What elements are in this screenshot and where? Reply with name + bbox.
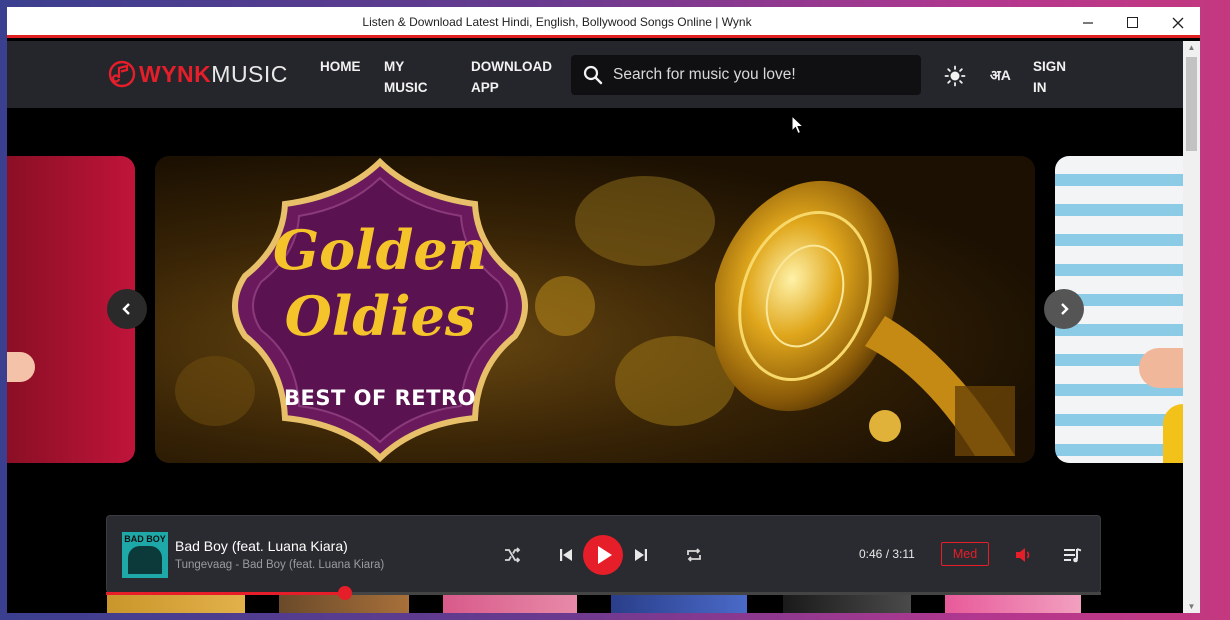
- chevron-right-icon: [1061, 303, 1069, 315]
- play-button[interactable]: [583, 535, 623, 575]
- slide-image-hand: [1139, 348, 1183, 388]
- queue-icon[interactable]: [1062, 545, 1082, 565]
- scroll-up-arrow-icon[interactable]: ▲: [1183, 43, 1200, 52]
- album-thumbnail[interactable]: [783, 593, 911, 613]
- next-track-icon[interactable]: [632, 546, 650, 564]
- play-icon: [598, 546, 612, 564]
- logo-suffix-text: MUSIC: [211, 60, 288, 87]
- maximize-icon: [1126, 17, 1138, 28]
- banner-title-line1: Golden: [272, 218, 488, 282]
- site-header: WYNK MUSIC HOME MY MUSIC DOWNLOAD APP अA…: [7, 41, 1183, 108]
- close-icon: [1172, 17, 1184, 28]
- album-thumbnail[interactable]: [945, 593, 1081, 613]
- song-subtitle: Tungevaag - Bad Boy (feat. Luana Kiara): [175, 559, 385, 571]
- carousel-next-button[interactable]: [1044, 289, 1084, 329]
- title-bar: Listen & Download Latest Hindi, English,…: [7, 7, 1200, 38]
- album-thumbnail-strip: [107, 593, 1087, 613]
- maximize-button[interactable]: [1109, 7, 1155, 38]
- quality-button[interactable]: Med: [941, 542, 989, 566]
- banner-title-line2: Oldies: [284, 284, 476, 348]
- sun-icon[interactable]: [944, 65, 966, 87]
- shuffle-icon[interactable]: [503, 546, 521, 564]
- nav-my-music[interactable]: MY MUSIC: [384, 56, 444, 98]
- album-art[interactable]: BAD BOY: [122, 532, 168, 578]
- previous-track-icon[interactable]: [557, 546, 575, 564]
- album-art-text: BAD BOY: [124, 534, 166, 544]
- chevron-left-icon: [122, 303, 130, 315]
- language-icon[interactable]: अA: [990, 66, 1011, 85]
- banner-carousel: Golden Oldies BEST OF RETRO: [7, 108, 1183, 508]
- progress-handle[interactable]: [337, 586, 352, 600]
- album-thumbnail[interactable]: [443, 593, 577, 613]
- window-title: Listen & Download Latest Hindi, English,…: [362, 15, 752, 29]
- minimize-button[interactable]: [1065, 7, 1111, 38]
- playback-progress-bar[interactable]: [106, 586, 1101, 600]
- search-icon: [583, 65, 603, 85]
- slide-image-hand: [7, 352, 35, 382]
- logo-brand-text: WYNK: [139, 60, 212, 87]
- carousel-slide-golden-oldies[interactable]: Golden Oldies BEST OF RETRO: [155, 156, 1035, 463]
- gramophone-image: [715, 180, 1015, 456]
- carousel-prev-button[interactable]: [107, 289, 147, 329]
- scrollbar-thumb[interactable]: [1186, 57, 1197, 151]
- search-input[interactable]: [613, 66, 913, 84]
- album-thumbnail[interactable]: [611, 593, 747, 613]
- scroll-down-arrow-icon[interactable]: ▼: [1183, 602, 1200, 611]
- nav-download-app[interactable]: DOWNLOAD APP: [471, 56, 561, 98]
- playback-time: 0:46 / 3:11: [859, 547, 915, 561]
- mouse-cursor-icon: [791, 115, 805, 135]
- close-button[interactable]: [1155, 7, 1200, 38]
- minimize-icon: [1083, 21, 1093, 24]
- search-box[interactable]: [571, 55, 921, 95]
- wynk-logo[interactable]: WYNK MUSIC: [107, 59, 288, 89]
- sign-in-button[interactable]: SIGN IN: [1033, 56, 1073, 98]
- volume-icon[interactable]: [1013, 545, 1033, 565]
- repeat-icon[interactable]: [685, 546, 703, 564]
- music-player-bar: BAD BOY Bad Boy (feat. Luana Kiara) Tung…: [106, 515, 1101, 593]
- slide-image-shape: [1163, 404, 1183, 463]
- browser-window: Listen & Download Latest Hindi, English,…: [7, 7, 1200, 613]
- album-thumbnail[interactable]: [107, 593, 245, 613]
- bokeh-shape: [575, 176, 715, 266]
- song-title[interactable]: Bad Boy (feat. Luana Kiara): [175, 538, 348, 554]
- nav-home[interactable]: HOME: [320, 56, 361, 77]
- album-art-figures: [128, 546, 162, 574]
- music-note-logo-icon: [108, 60, 136, 88]
- vertical-scrollbar[interactable]: ▲ ▼: [1183, 41, 1200, 613]
- progress-fill: [106, 592, 345, 595]
- banner-subtitle: BEST OF RETRO: [284, 386, 476, 410]
